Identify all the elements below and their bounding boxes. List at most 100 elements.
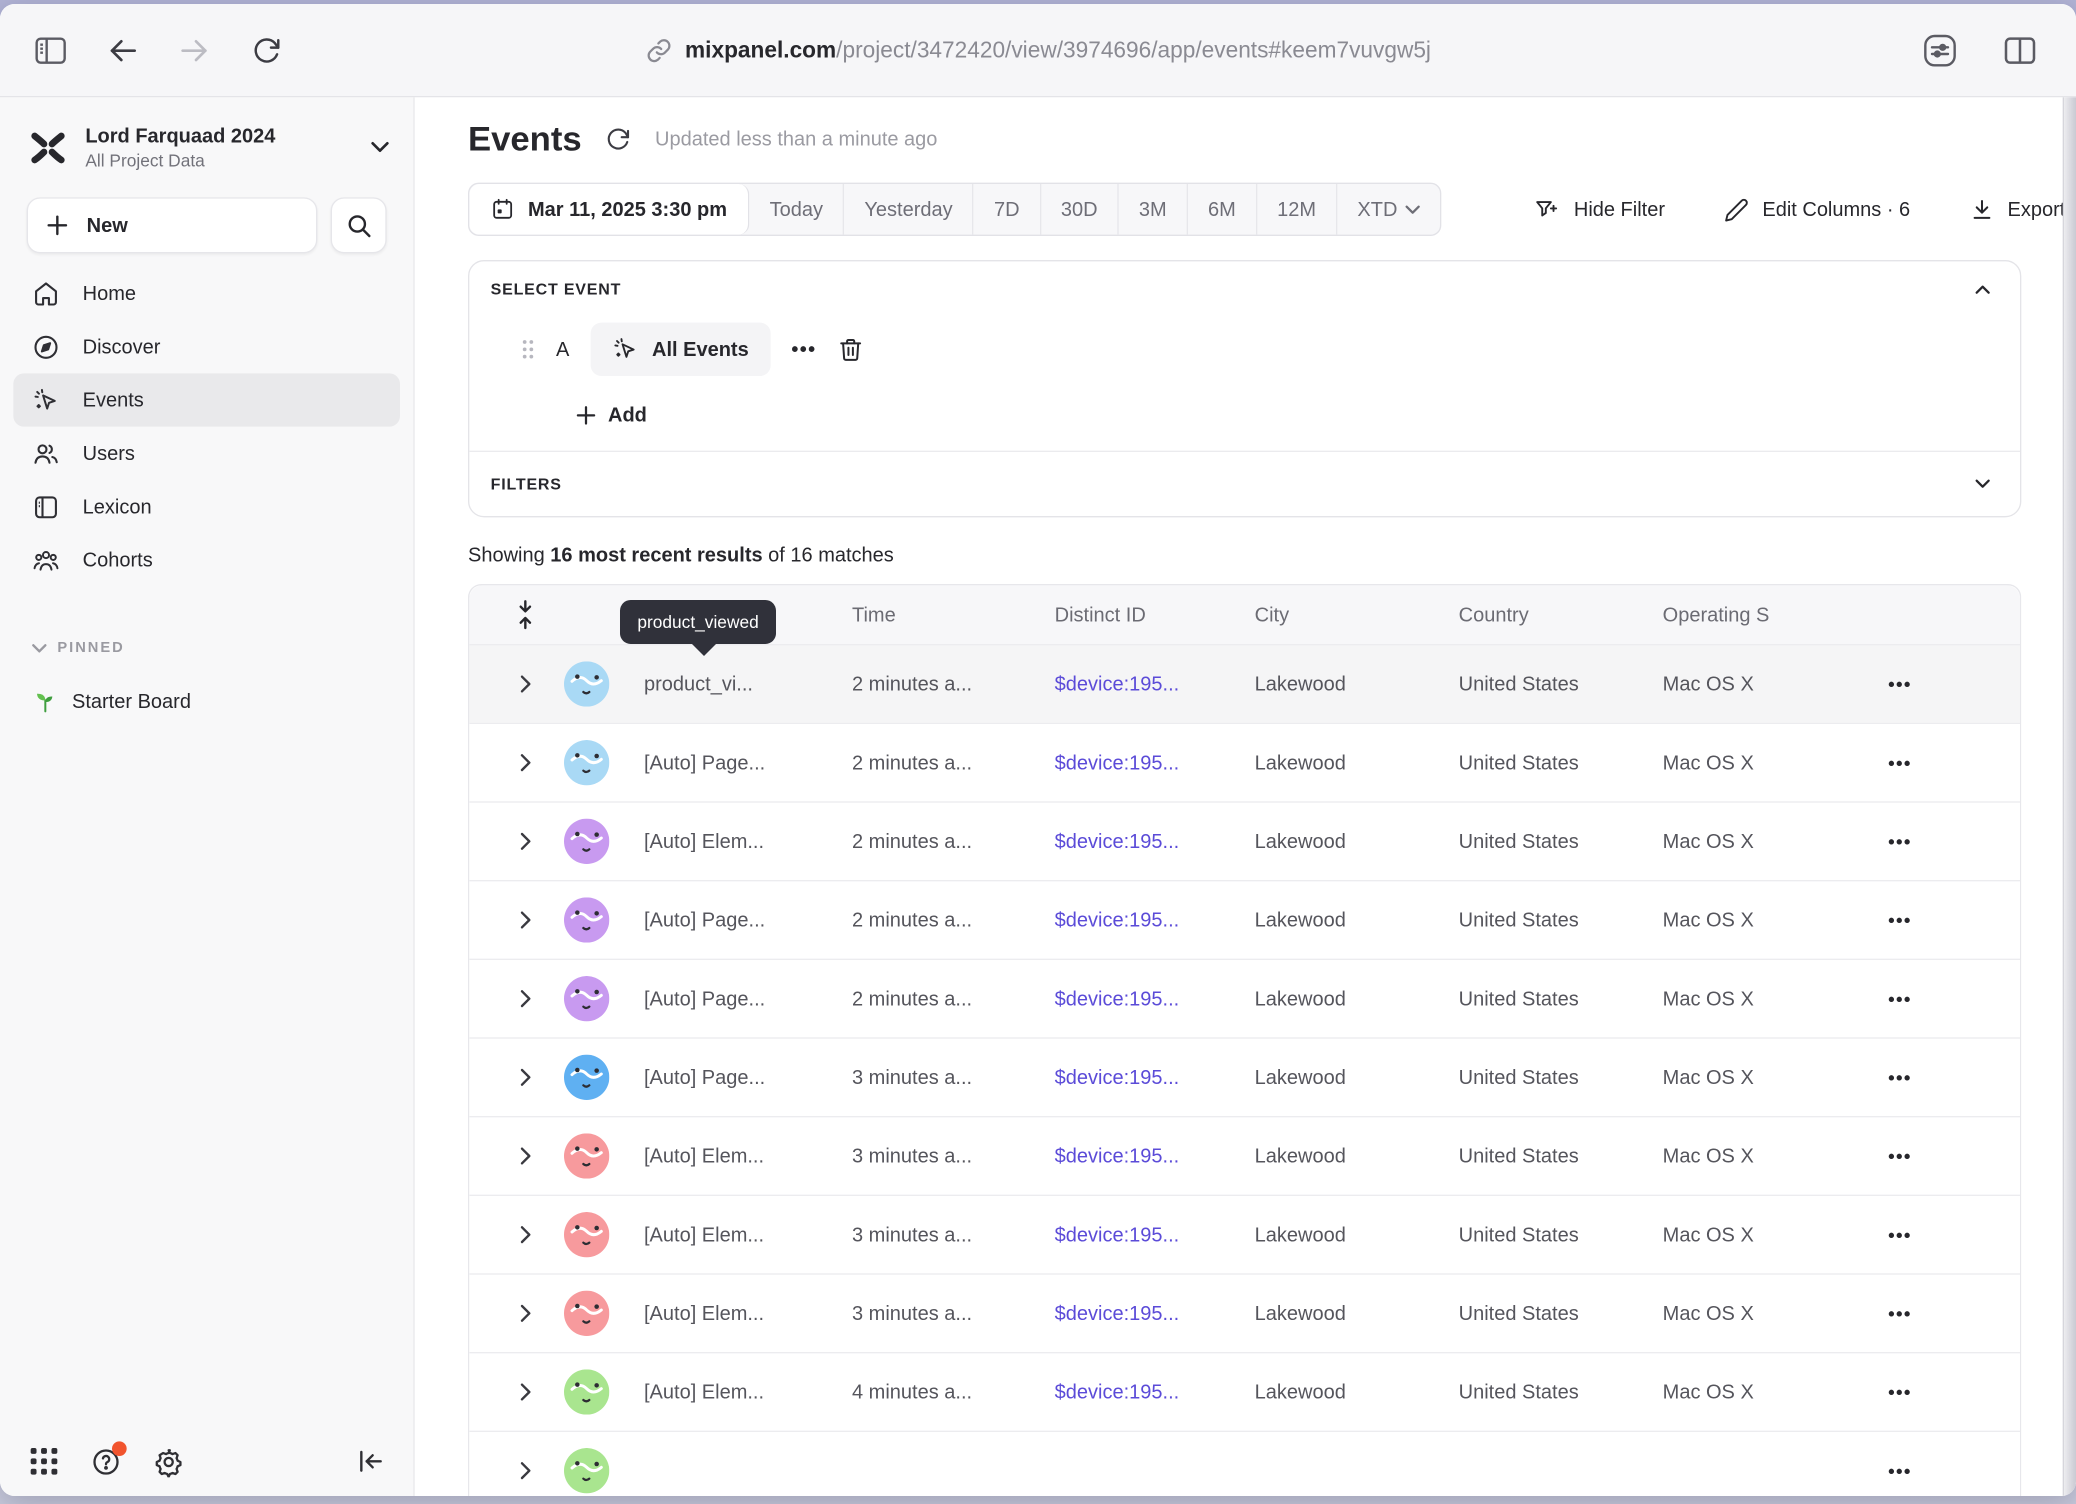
sidebar-toggle-button[interactable] bbox=[24, 23, 77, 76]
date-picker[interactable]: Mar 11, 2025 3:30 pm bbox=[469, 184, 749, 235]
refresh-icon[interactable] bbox=[606, 126, 631, 151]
distinct-id-link[interactable]: $device:195... bbox=[1055, 830, 1255, 853]
table-row[interactable]: [Auto] Page... 2 minutes a... $device:19… bbox=[469, 880, 2020, 959]
chevron-right-icon[interactable] bbox=[499, 1147, 552, 1166]
row-more-icon[interactable]: ••• bbox=[1857, 1067, 1942, 1088]
table-row[interactable]: [Auto] Elem... 3 minutes a... $device:19… bbox=[469, 1116, 2020, 1195]
customize-button[interactable] bbox=[1913, 23, 1966, 76]
row-more-icon[interactable]: ••• bbox=[1857, 1145, 1942, 1166]
row-more-icon[interactable]: ••• bbox=[1857, 1460, 1942, 1481]
forward-button[interactable] bbox=[168, 23, 221, 76]
gear-icon[interactable] bbox=[153, 1446, 184, 1477]
table-row[interactable]: [Auto] Page... 3 minutes a... $device:19… bbox=[469, 1037, 2020, 1116]
range-xtd[interactable]: XTD bbox=[1337, 184, 1440, 235]
range-30d[interactable]: 30D bbox=[1041, 184, 1119, 235]
column-header-city[interactable]: City bbox=[1255, 603, 1459, 626]
chevron-right-icon[interactable] bbox=[499, 911, 552, 930]
chevron-right-icon[interactable] bbox=[499, 1225, 552, 1244]
apps-grid-icon[interactable] bbox=[29, 1447, 58, 1476]
event-city: Lakewood bbox=[1255, 987, 1459, 1010]
table-row[interactable]: [Auto] Elem... 2 minutes a... $device:19… bbox=[469, 801, 2020, 880]
pinned-section-header[interactable]: PINNED bbox=[32, 640, 413, 656]
row-more-icon[interactable]: ••• bbox=[1857, 752, 1942, 773]
page-title: Events bbox=[468, 118, 582, 159]
sidebar-item-discover[interactable]: Discover bbox=[13, 320, 400, 373]
table-row[interactable]: ••• bbox=[469, 1431, 2020, 1496]
add-event-button[interactable]: Add bbox=[491, 400, 1999, 429]
sidebar-item-users[interactable]: Users bbox=[13, 427, 400, 480]
sidebar-item-lexicon[interactable]: Lexicon bbox=[13, 480, 400, 533]
event-time: 2 minutes a... bbox=[852, 830, 1055, 853]
cohorts-icon bbox=[29, 546, 61, 574]
row-more-icon[interactable]: ••• bbox=[1857, 1303, 1942, 1324]
pinned-item-starter-board[interactable]: Starter Board bbox=[32, 688, 413, 715]
table-row[interactable]: [Auto] Page... 2 minutes a... $device:19… bbox=[469, 959, 2020, 1038]
distinct-id-link[interactable]: $device:195... bbox=[1055, 1223, 1255, 1246]
trash-icon[interactable] bbox=[838, 335, 865, 363]
back-button[interactable] bbox=[96, 23, 149, 76]
row-more-icon[interactable]: ••• bbox=[1857, 1381, 1942, 1402]
range-today[interactable]: Today bbox=[750, 184, 845, 235]
chevron-right-icon[interactable] bbox=[499, 1383, 552, 1402]
column-header-time[interactable]: Time bbox=[852, 603, 1055, 626]
distinct-id-link[interactable]: $device:195... bbox=[1055, 1066, 1255, 1089]
distinct-id-link[interactable]: $device:195... bbox=[1055, 909, 1255, 932]
drag-handle-icon[interactable] bbox=[521, 339, 534, 360]
reload-button[interactable] bbox=[240, 23, 293, 76]
event-city: Lakewood bbox=[1255, 673, 1459, 696]
row-more-icon[interactable]: ••• bbox=[1857, 673, 1942, 694]
chevron-right-icon[interactable] bbox=[499, 989, 552, 1008]
event-city: Lakewood bbox=[1255, 909, 1459, 932]
distinct-id-link[interactable]: $device:195... bbox=[1055, 673, 1255, 696]
edit-columns-button[interactable]: Edit Columns · 6 bbox=[1724, 197, 1910, 222]
sidebar-item-events[interactable]: Events bbox=[13, 374, 400, 427]
collapse-sidebar-icon[interactable] bbox=[357, 1449, 384, 1473]
more-icon[interactable]: ••• bbox=[791, 338, 816, 361]
distinct-id-link[interactable]: $device:195... bbox=[1055, 751, 1255, 774]
distinct-id-link[interactable]: $device:195... bbox=[1055, 987, 1255, 1010]
column-header-country[interactable]: Country bbox=[1459, 603, 1663, 626]
row-more-icon[interactable]: ••• bbox=[1857, 909, 1942, 930]
row-more-icon[interactable]: ••• bbox=[1857, 988, 1942, 1009]
range-yesterday[interactable]: Yesterday bbox=[844, 184, 974, 235]
row-more-icon[interactable]: ••• bbox=[1857, 1224, 1942, 1245]
export-button[interactable]: Export bbox=[1969, 197, 2065, 222]
range-12m[interactable]: 12M bbox=[1257, 184, 1337, 235]
sidebar-item-home[interactable]: Home bbox=[13, 267, 400, 320]
table-row[interactable]: [Auto] Elem... 3 minutes a... $device:19… bbox=[469, 1273, 2020, 1352]
chevron-down-icon[interactable] bbox=[1975, 479, 1991, 490]
distinct-id-link[interactable]: $device:195... bbox=[1055, 1381, 1255, 1404]
chevron-right-icon[interactable] bbox=[499, 753, 552, 772]
chevron-up-icon[interactable] bbox=[1975, 284, 1991, 295]
distinct-id-link[interactable]: $device:195... bbox=[1055, 1302, 1255, 1325]
range-7d[interactable]: 7D bbox=[974, 184, 1041, 235]
chevron-right-icon[interactable] bbox=[499, 1068, 552, 1087]
column-header-os[interactable]: Operating S bbox=[1663, 603, 1858, 626]
range-6m[interactable]: 6M bbox=[1188, 184, 1257, 235]
table-row[interactable]: [Auto] Elem... 4 minutes a... $device:19… bbox=[469, 1352, 2020, 1431]
table-row[interactable]: [Auto] Elem... 3 minutes a... $device:19… bbox=[469, 1195, 2020, 1274]
sidebar-item-cohorts[interactable]: Cohorts bbox=[13, 534, 400, 587]
url-bar[interactable]: mixpanel.com/project/3472420/view/397469… bbox=[645, 4, 1431, 96]
search-button[interactable] bbox=[331, 198, 387, 254]
table-row[interactable]: [Auto] Page... 2 minutes a... $device:19… bbox=[469, 723, 2020, 802]
event-time: 3 minutes a... bbox=[852, 1066, 1055, 1089]
range-3m[interactable]: 3M bbox=[1119, 184, 1188, 235]
hide-filter-button[interactable]: Hide Filter bbox=[1534, 197, 1665, 222]
workspace-switcher[interactable]: Lord Farquaad 2024 All Project Data bbox=[0, 97, 413, 179]
browser-window: mixpanel.com/project/3472420/view/397469… bbox=[0, 4, 2076, 1496]
event-chip[interactable]: All Events bbox=[591, 323, 770, 376]
scrollbar[interactable] bbox=[2063, 97, 2076, 1496]
help-button[interactable] bbox=[91, 1446, 122, 1477]
chevron-right-icon[interactable] bbox=[499, 832, 552, 851]
column-header-distinct-id[interactable]: Distinct ID bbox=[1055, 603, 1255, 626]
chevron-right-icon[interactable] bbox=[499, 675, 552, 694]
chevron-right-icon[interactable] bbox=[499, 1461, 552, 1480]
chevron-right-icon[interactable] bbox=[499, 1304, 552, 1323]
event-os: Mac OS X bbox=[1663, 1302, 1858, 1325]
new-button[interactable]: New bbox=[27, 198, 318, 254]
collapse-all-icon[interactable] bbox=[499, 600, 552, 629]
row-more-icon[interactable]: ••• bbox=[1857, 831, 1942, 852]
split-view-button[interactable] bbox=[1993, 23, 2046, 76]
distinct-id-link[interactable]: $device:195... bbox=[1055, 1145, 1255, 1168]
